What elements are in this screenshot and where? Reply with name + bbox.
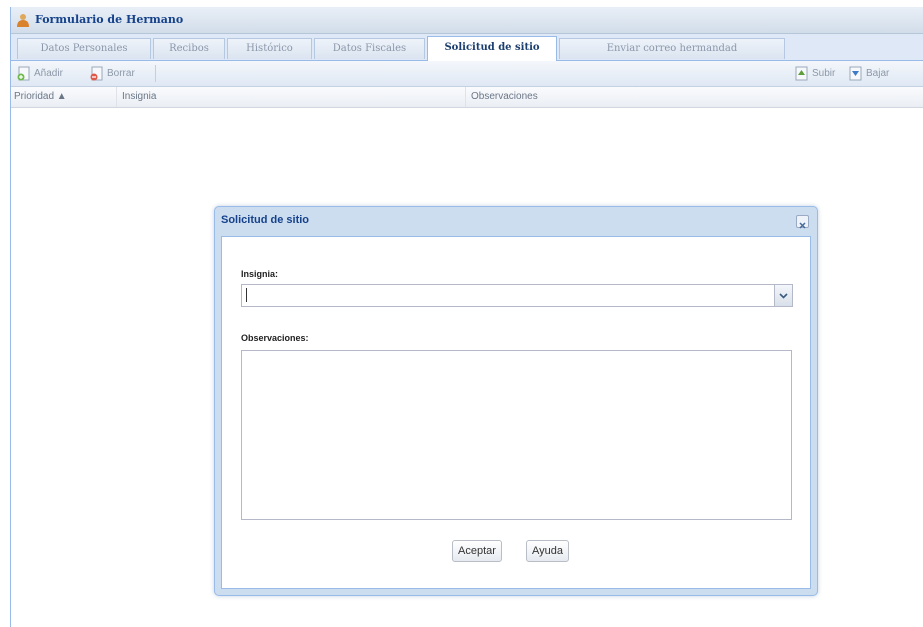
window-title: Formulario de Hermano bbox=[35, 13, 184, 26]
observaciones-label: Observaciones: bbox=[241, 333, 309, 343]
grid-header: Prioridad ▲ Insignia Observaciones bbox=[11, 87, 923, 108]
insignia-input[interactable] bbox=[242, 285, 778, 306]
tab-strip: Datos Personales Recibos Histórico Datos… bbox=[11, 34, 923, 61]
column-observaciones[interactable]: Observaciones bbox=[466, 87, 923, 107]
user-icon bbox=[17, 14, 29, 27]
delete-button[interactable]: Borrar bbox=[89, 64, 135, 83]
column-prioridad[interactable]: Prioridad ▲ bbox=[11, 87, 117, 107]
tab-historico[interactable]: Histórico bbox=[227, 38, 312, 59]
column-insignia[interactable]: Insignia bbox=[117, 87, 466, 107]
solicitud-dialog: Solicitud de sitio Insignia: Observacion… bbox=[214, 206, 818, 596]
insignia-label: Insignia: bbox=[241, 269, 279, 279]
add-button[interactable]: Añadir bbox=[16, 64, 63, 83]
tab-solicitud-de-sitio[interactable]: Solicitud de sitio bbox=[427, 36, 557, 61]
text-cursor bbox=[246, 288, 247, 302]
arrow-up-icon bbox=[795, 66, 808, 81]
delete-label: Borrar bbox=[107, 68, 135, 79]
tab-recibos[interactable]: Recibos bbox=[153, 38, 225, 59]
toolbar-separator bbox=[155, 65, 156, 82]
dialog-body: Insignia: Observaciones: Aceptar Ayuda bbox=[221, 236, 811, 589]
accept-button[interactable]: Aceptar bbox=[452, 540, 502, 562]
tab-datos-personales[interactable]: Datos Personales bbox=[17, 38, 151, 59]
tab-datos-fiscales[interactable]: Datos Fiscales bbox=[314, 38, 425, 59]
observaciones-textarea[interactable] bbox=[241, 350, 792, 520]
delete-icon bbox=[90, 66, 103, 81]
insignia-dropdown-button[interactable] bbox=[774, 284, 793, 307]
dialog-title: Solicitud de sitio bbox=[221, 214, 310, 226]
up-label: Subir bbox=[812, 68, 836, 79]
up-button[interactable]: Subir bbox=[794, 64, 835, 83]
down-button[interactable]: Bajar bbox=[848, 64, 889, 83]
help-button[interactable]: Ayuda bbox=[526, 540, 569, 562]
add-icon bbox=[17, 66, 30, 81]
insignia-combobox[interactable] bbox=[241, 284, 793, 307]
chevron-down-icon bbox=[779, 293, 788, 299]
down-label: Bajar bbox=[866, 68, 890, 79]
toolbar: Añadir Borrar Subir Bajar bbox=[11, 61, 923, 87]
close-button[interactable] bbox=[796, 215, 809, 229]
add-label: Añadir bbox=[34, 68, 63, 79]
close-icon bbox=[799, 222, 806, 229]
window-header: Formulario de Hermano bbox=[11, 7, 923, 34]
tab-enviar-correo[interactable]: Enviar correo hermandad bbox=[559, 38, 785, 59]
arrow-down-icon bbox=[849, 66, 862, 81]
